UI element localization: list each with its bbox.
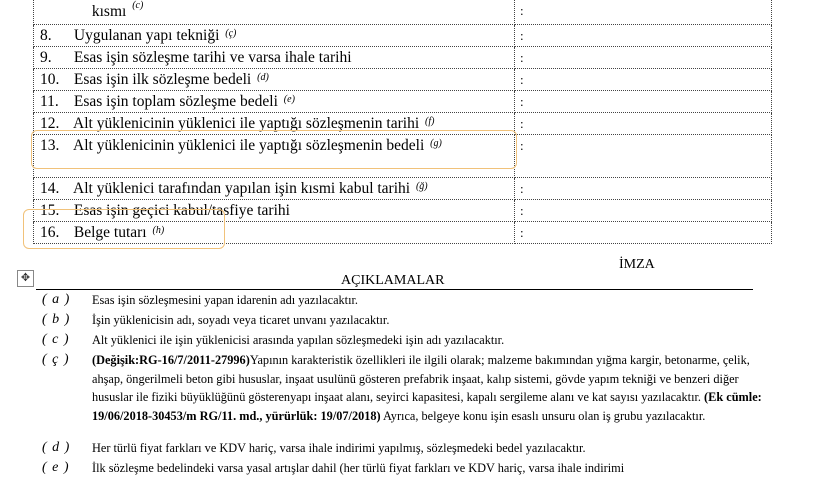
row-number: 12. xyxy=(40,115,60,132)
note-item: ( b ) İşin yüklenicisin adı, soyadı veya… xyxy=(42,311,762,330)
row-label: Esas işin ilk sözleşme bedeli xyxy=(73,71,252,88)
row-footnote-code: (ğ) xyxy=(415,181,428,192)
row-number: 16. xyxy=(40,224,60,241)
row-footnote-code: (c) xyxy=(132,0,144,11)
row-number: 8. xyxy=(40,27,52,44)
explanations-title: AÇIKLAMALAR xyxy=(341,273,445,288)
row-label-cell: 10. Esas işin ilk sözleşme bedeli (d) xyxy=(33,68,515,91)
note-item: ( d ) Her türlü fiyat farkları ve KDV ha… xyxy=(42,439,762,458)
row-number: 10. xyxy=(40,71,60,88)
note-item: ( ç ) (Değişik:RG-16/7/2011-27996)Yapını… xyxy=(42,351,762,425)
row-label: Esas işin geçici kabul/tasfiye tarihi xyxy=(73,202,290,219)
note-text: Alt yüklenici ile işin yüklenicisi arası… xyxy=(92,333,505,347)
note-item: ( c ) Alt yüklenici ile işin yüklenicisi… xyxy=(42,331,762,350)
row-label-cell: 15. Esas işin geçici kabul/tasfiye tarih… xyxy=(33,199,515,222)
table-row: 11. Esas işin toplam sözleşme bedeli (e)… xyxy=(33,90,772,113)
note-label: ( d ) xyxy=(42,440,71,455)
row-footnote-code: (e) xyxy=(283,94,295,105)
row-value-cell[interactable]: : xyxy=(514,24,772,47)
row-value-cell[interactable]: : xyxy=(514,134,772,178)
row-label: Alt yüklenicinin yüklenici ile yaptığı s… xyxy=(73,137,425,154)
row-footnote-code: (g) xyxy=(430,138,442,149)
row-number: 9. xyxy=(40,49,52,66)
note-label: ( c ) xyxy=(42,332,70,347)
note-label: ( e ) xyxy=(42,460,70,475)
row-value-cell[interactable]: : xyxy=(514,46,772,69)
note-label: ( a ) xyxy=(42,292,71,307)
row-footnote-code: (h) xyxy=(152,225,165,236)
note-text: (Değişik:RG-16/7/2011-27996)Yapının kara… xyxy=(92,351,762,425)
table-row: 10. Esas işin ilk sözleşme bedeli (d) : xyxy=(33,68,772,91)
row-value-cell[interactable]: : xyxy=(514,199,772,222)
note-text: İşin yüklenicisin adı, soyadı veya ticar… xyxy=(92,313,390,327)
note-amendment: (Değişik:RG-16/7/2011-27996) xyxy=(92,353,250,367)
table-row: 15. Esas işin geçici kabul/tasfiye tarih… xyxy=(33,199,772,222)
row-label: Uygulanan yapı tekniği xyxy=(73,27,220,44)
row-label-cell: 12. Alt yüklenicinin yüklenici ile yaptı… xyxy=(33,112,515,135)
note-item: ( e ) İlk sözleşme bedelindeki varsa yas… xyxy=(42,459,762,478)
row-label: Alt yüklenicinin yüklenici ile yaptığı s… xyxy=(73,115,420,132)
row-label-cell: 8. Uygulanan yapı tekniği (ç) xyxy=(33,24,515,47)
row-value-cell[interactable]: : xyxy=(514,177,772,200)
note-text: Her türlü fiyat farkları ve KDV hariç, v… xyxy=(92,441,586,455)
row-number: 13. xyxy=(40,137,60,154)
row-value-cell[interactable]: : xyxy=(514,0,772,25)
row-label-cell: 16. Belge tutarı (h) xyxy=(33,221,515,244)
row-footnote-code: (f) xyxy=(425,116,435,127)
row-label: Esas işin sözleşme tarihi ve varsa ihale… xyxy=(73,49,352,66)
form-table: kısmı (c) : 8. Uygulanan yapı tekniği (ç… xyxy=(33,0,772,244)
row-value-cell[interactable]: : xyxy=(514,221,772,244)
note-item: ( a ) Esas işin sözleşmesini yapan idare… xyxy=(42,291,762,310)
divider xyxy=(36,289,753,290)
row-label: Alt yüklenici tarafından yapılan işin kı… xyxy=(73,180,411,197)
row-label: Esas işin toplam sözleşme bedeli xyxy=(73,93,278,110)
note-text: İlk sözleşme bedelindeki varsa yasal art… xyxy=(92,461,625,475)
row-footnote-code: (d) xyxy=(257,72,269,83)
table-row: 16. Belge tutarı (h) : xyxy=(33,221,772,244)
row-label-cell: 14. Alt yüklenici tarafından yapılan işi… xyxy=(33,177,515,200)
row-value-cell[interactable]: : xyxy=(514,90,772,113)
table-row: 9. Esas işin sözleşme tarihi ve varsa ih… xyxy=(33,46,772,69)
row-number: 14. xyxy=(40,180,60,197)
table-row: 14. Alt yüklenici tarafından yapılan işi… xyxy=(33,177,772,200)
note-text-part: Ayrıca, belgeye konu işin esaslı unsuru … xyxy=(380,408,706,423)
row-label-cell: 9. Esas işin sözleşme tarihi ve varsa ih… xyxy=(33,46,515,69)
table-row: 13. Alt yüklenicinin yüklenici ile yaptı… xyxy=(33,134,772,178)
row-number: 11. xyxy=(40,93,59,110)
row-footnote-code: (ç) xyxy=(225,28,237,39)
note-label: ( b ) xyxy=(42,312,71,327)
move-handle-icon[interactable]: ✥ xyxy=(17,270,34,287)
row-label: Belge tutarı xyxy=(73,224,147,241)
table-row: 12. Alt yüklenicinin yüklenici ile yaptı… xyxy=(33,112,772,135)
table-row: kısmı (c) : xyxy=(33,0,772,25)
signature-label: İMZA xyxy=(619,257,655,272)
table-row: 8. Uygulanan yapı tekniği (ç) : xyxy=(33,24,772,47)
row-label-cell: 13. Alt yüklenicinin yüklenici ile yaptı… xyxy=(33,134,515,178)
note-label: ( ç ) xyxy=(42,352,70,367)
note-text: Esas işin sözleşmesini yapan idarenin ad… xyxy=(92,293,359,307)
row-value-cell[interactable]: : xyxy=(514,112,772,135)
row-label-cell: kısmı (c) xyxy=(33,0,515,25)
row-value-cell[interactable]: : xyxy=(514,68,772,91)
row-label: kısmı xyxy=(91,3,127,20)
row-label-cell: 11. Esas işin toplam sözleşme bedeli (e) xyxy=(33,90,515,113)
row-number: 15. xyxy=(40,202,60,219)
